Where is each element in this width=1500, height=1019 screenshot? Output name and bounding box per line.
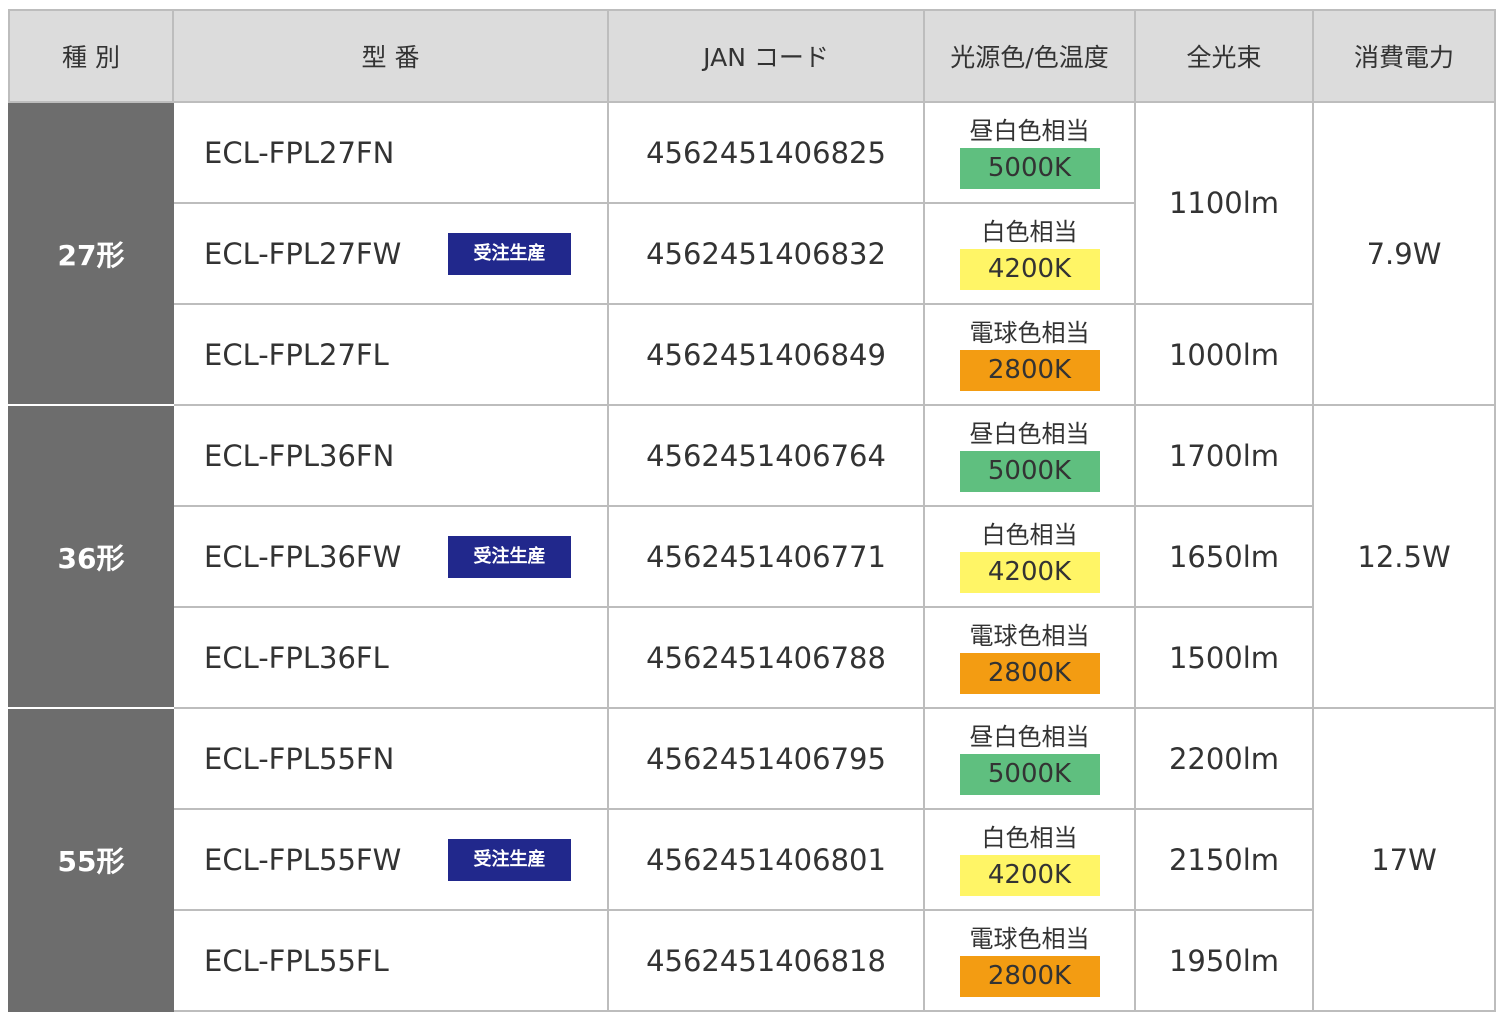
color-temperature-badge: 5000K xyxy=(959,754,1100,795)
lumen-cell: 1700lm xyxy=(1134,404,1314,507)
model-number: ECL-FPL55FN xyxy=(204,741,395,776)
color-temp-cell: 昼白色相当 5000K xyxy=(923,707,1136,810)
table-body: 27形 ECL-FPL27FN 4562451406825 昼白色相当 5000K 110… xyxy=(8,101,1496,1012)
model-cell: ECL-FPL27FN xyxy=(172,101,609,204)
table-row: ECL-FPL36FW 受注生産 4562451406771 白色相当 4200K 165… xyxy=(9,505,1495,608)
jan-code-cell: 4562451406764 xyxy=(607,404,925,507)
color-temperature-badge: 4200K xyxy=(959,552,1100,593)
header-power: 消費電力 xyxy=(1312,9,1496,103)
lumen-cell: 1950lm xyxy=(1134,909,1314,1012)
model-number: ECL-FPL55FL xyxy=(204,943,389,978)
lumen-cell: 2200lm xyxy=(1134,707,1314,810)
color-temp-cell: 白色相当 4200K xyxy=(923,808,1136,911)
color-name: 白色相当 xyxy=(981,521,1078,549)
made-to-order-badge: 受注生産 xyxy=(448,232,571,275)
color-temperature-badge: 2800K xyxy=(959,653,1100,694)
color-temp-cell: 昼白色相当 5000K xyxy=(923,404,1136,507)
color-temp-cell: 電球色相当 2800K xyxy=(923,303,1136,406)
table-row: ECL-FPL27FL 4562451406849 電球色相当 2800K 1000lm xyxy=(9,303,1495,406)
model-cell: ECL-FPL27FW 受注生産 xyxy=(172,202,609,305)
lumen-cell: 1000lm xyxy=(1134,303,1314,406)
color-name: 白色相当 xyxy=(981,218,1078,246)
made-to-order-badge: 受注生産 xyxy=(448,838,571,881)
color-name: 昼白色相当 xyxy=(969,117,1090,145)
jan-code-cell: 4562451406788 xyxy=(607,606,925,709)
model-number: ECL-FPL27FL xyxy=(204,337,389,372)
header-model: 型 番 xyxy=(172,9,609,103)
model-cell: ECL-FPL36FN xyxy=(172,404,609,507)
model-number: ECL-FPL36FN xyxy=(204,438,395,473)
color-name: 電球色相当 xyxy=(969,622,1090,650)
model-cell: ECL-FPL55FN xyxy=(172,707,609,810)
header-lumen: 全光束 xyxy=(1134,9,1314,103)
header-color: 光源色/色温度 xyxy=(923,9,1136,103)
jan-code-cell: 4562451406795 xyxy=(607,707,925,810)
table-row: 55形 ECL-FPL55FN 4562451406795 昼白色相当 5000K 220… xyxy=(8,707,1496,1012)
color-temp-cell: 白色相当 4200K xyxy=(923,202,1136,305)
product-spec-table: 種 別 型 番 JAN コード 光源色/色温度 全光束 消費電力 27形 ECL-… xyxy=(8,9,1496,1012)
jan-code-cell: 4562451406849 xyxy=(607,303,925,406)
model-number: ECL-FPL27FN xyxy=(204,135,395,170)
header-type: 種 別 xyxy=(8,9,174,103)
color-temperature-badge: 4200K xyxy=(959,249,1100,290)
lumen-cell: 2150lm xyxy=(1134,808,1314,911)
color-temperature-badge: 5000K xyxy=(959,148,1100,189)
model-cell: ECL-FPL55FL xyxy=(172,909,609,1012)
jan-code-cell: 4562451406771 xyxy=(607,505,925,608)
lumen-cell: 1100lm xyxy=(1134,101,1314,305)
table-row: 27形 ECL-FPL27FN 4562451406825 昼白色相当 5000K 110… xyxy=(8,101,1496,406)
model-cell: ECL-FPL55FW 受注生産 xyxy=(172,808,609,911)
type-cell: 55形 xyxy=(8,707,174,1012)
color-temperature-badge: 2800K xyxy=(959,956,1100,997)
color-temperature-badge: 5000K xyxy=(959,451,1100,492)
color-temp-cell: 電球色相当 2800K xyxy=(923,606,1136,709)
color-name: 白色相当 xyxy=(981,824,1078,852)
color-temperature-badge: 2800K xyxy=(959,350,1100,391)
color-temp-cell: 白色相当 4200K xyxy=(923,505,1136,608)
color-name: 昼白色相当 xyxy=(969,420,1090,448)
header-row: 種 別 型 番 JAN コード 光源色/色温度 全光束 消費電力 xyxy=(8,9,1496,103)
lumen-cell: 1650lm xyxy=(1134,505,1314,608)
table-row: 36形 ECL-FPL36FN 4562451406764 昼白色相当 5000K 170… xyxy=(8,404,1496,709)
type-cell: 36形 xyxy=(8,404,174,709)
model-number: ECL-FPL36FL xyxy=(204,640,389,675)
color-temp-cell: 電球色相当 2800K xyxy=(923,909,1136,1012)
made-to-order-badge: 受注生産 xyxy=(448,535,571,578)
model-number: ECL-FPL27FW xyxy=(204,236,402,271)
jan-code-cell: 4562451406801 xyxy=(607,808,925,911)
jan-code-cell: 4562451406832 xyxy=(607,202,925,305)
color-temperature-badge: 4200K xyxy=(959,855,1100,896)
jan-code-cell: 4562451406825 xyxy=(607,101,925,204)
model-number: ECL-FPL36FW xyxy=(204,539,402,574)
power-cell: 17W xyxy=(1312,707,1496,1012)
lumen-cell: 1500lm xyxy=(1134,606,1314,709)
model-cell: ECL-FPL36FL xyxy=(172,606,609,709)
table-row: ECL-FPL55FW 受注生産 4562451406801 白色相当 4200K 215… xyxy=(9,808,1495,911)
model-number: ECL-FPL55FW xyxy=(204,842,402,877)
power-cell: 7.9W xyxy=(1312,101,1496,406)
power-cell: 12.5W xyxy=(1312,404,1496,709)
header-jan: JAN コード xyxy=(607,9,925,103)
color-name: 電球色相当 xyxy=(969,319,1090,347)
color-name: 昼白色相当 xyxy=(969,723,1090,751)
table-row: ECL-FPL36FL 4562451406788 電球色相当 2800K 1500lm xyxy=(9,606,1495,709)
color-temp-cell: 昼白色相当 5000K xyxy=(923,101,1136,204)
type-cell: 27形 xyxy=(8,101,174,406)
jan-code-cell: 4562451406818 xyxy=(607,909,925,1012)
model-cell: ECL-FPL36FW 受注生産 xyxy=(172,505,609,608)
table-row: ECL-FPL55FL 4562451406818 電球色相当 2800K 1950lm xyxy=(9,909,1495,1012)
model-cell: ECL-FPL27FL xyxy=(172,303,609,406)
color-name: 電球色相当 xyxy=(969,925,1090,953)
